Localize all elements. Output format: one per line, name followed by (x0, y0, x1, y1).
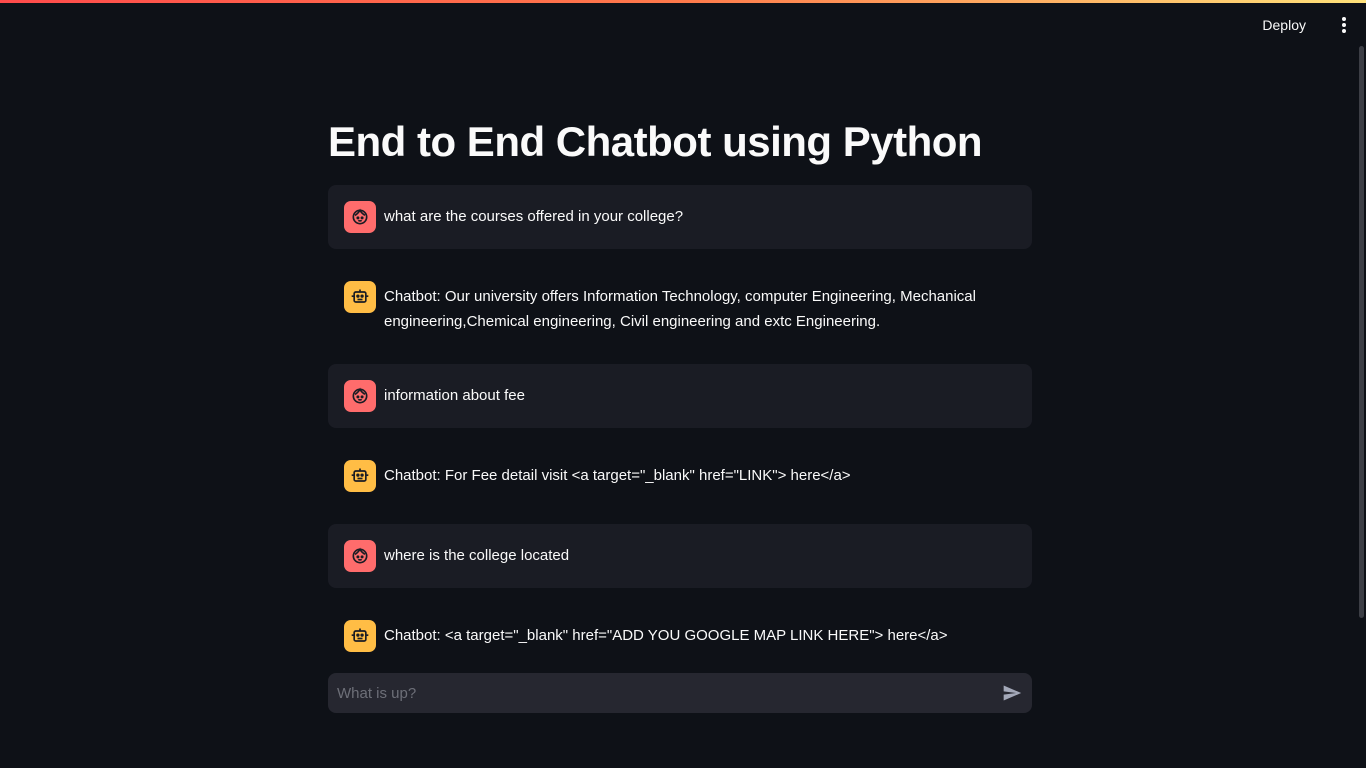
app-header: Deploy (0, 3, 1366, 47)
user-face-icon (352, 387, 368, 404)
robot-icon (351, 289, 369, 303)
user-avatar (344, 201, 376, 233)
vertical-dots-icon (1342, 17, 1346, 33)
deploy-button[interactable]: Deploy (1262, 13, 1306, 37)
robot-icon (351, 628, 369, 642)
chat-message-assistant: Chatbot: <a target="_blank" href="ADD YO… (328, 604, 1032, 668)
send-button[interactable] (1002, 683, 1022, 703)
chat-message-user: what are the courses offered in your col… (328, 185, 1032, 249)
chat-input-box (328, 673, 1032, 713)
user-face-icon (352, 547, 368, 564)
assistant-avatar (344, 460, 376, 492)
page-title: End to End Chatbot using Python (328, 118, 983, 165)
send-icon (1003, 685, 1022, 701)
user-avatar (344, 540, 376, 572)
message-text: information about fee (384, 387, 525, 404)
chat-message-assistant: Chatbot: For Fee detail visit <a target=… (328, 444, 1032, 508)
chat-message-assistant: Chatbot: Our university offers Informati… (328, 265, 1032, 350)
assistant-avatar (344, 620, 376, 652)
chat-input-field[interactable] (328, 673, 978, 713)
user-face-icon (352, 208, 368, 225)
robot-icon (351, 468, 369, 482)
user-avatar (344, 380, 376, 412)
assistant-avatar (344, 281, 376, 313)
message-text: Chatbot: <a target="_blank" href="ADD YO… (384, 627, 948, 644)
main-menu-button[interactable] (1336, 15, 1352, 35)
message-text: what are the courses offered in your col… (384, 208, 684, 225)
message-text: where is the college located (384, 547, 570, 564)
message-text: Chatbot: Our university offers Informati… (384, 288, 976, 330)
chat-message-user: where is the college located (328, 524, 1032, 588)
message-text: Chatbot: For Fee detail visit <a target=… (384, 467, 851, 484)
chat-message-user: information about fee (328, 364, 1032, 428)
page-scrollbar[interactable] (1359, 46, 1364, 618)
